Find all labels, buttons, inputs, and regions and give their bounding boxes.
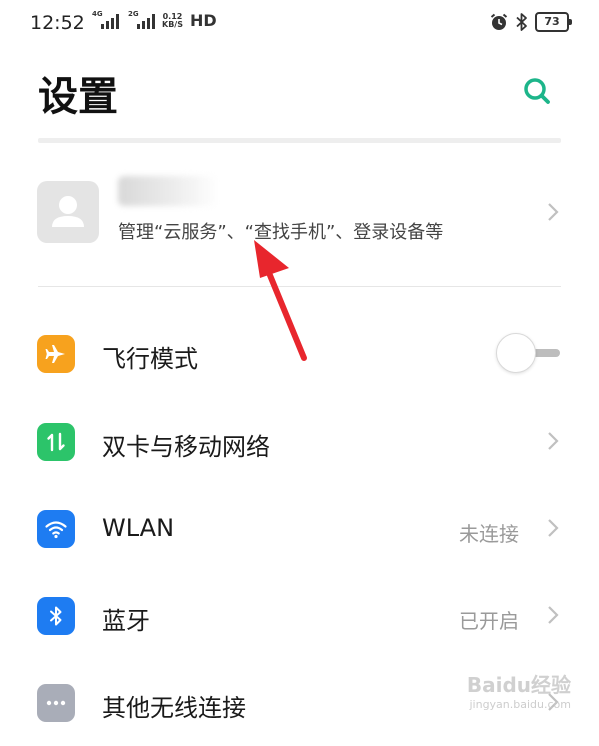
data-transfer-icon bbox=[37, 423, 75, 461]
status-right-icons: 73 bbox=[489, 12, 572, 32]
watermark: Baidu经验 jingyan.baidu.com bbox=[467, 669, 571, 711]
setting-status: 未连接 bbox=[459, 522, 519, 546]
search-icon[interactable] bbox=[522, 76, 552, 106]
person-icon bbox=[52, 196, 84, 227]
signal-sim1-icon: 4G bbox=[92, 10, 119, 29]
account-entry[interactable]: 管理“云服务”、“查找手机”、登录设备等 bbox=[0, 170, 599, 258]
setting-row-sim-network[interactable]: 双卡与移动网络 bbox=[0, 397, 599, 485]
network-speed: 0.12 KB/S bbox=[162, 13, 183, 29]
sim2-network-type: 2G bbox=[128, 10, 139, 18]
bluetooth-status-icon bbox=[516, 13, 527, 31]
section-divider bbox=[38, 286, 561, 287]
watermark-sub: jingyan.baidu.com bbox=[469, 698, 571, 711]
wifi-icon bbox=[37, 510, 75, 548]
network-speed-unit: KB/S bbox=[162, 20, 183, 29]
more-icon bbox=[37, 684, 75, 722]
airplane-mode-toggle[interactable] bbox=[496, 333, 562, 373]
signal-sim2-icon: 2G bbox=[128, 10, 155, 29]
status-bar: 12:52 4G 2G 0.12 KB/S HD 73 bbox=[0, 0, 599, 46]
account-name-blurred bbox=[118, 176, 218, 206]
hd-voice-indicator: HD bbox=[189, 11, 217, 30]
bluetooth-icon bbox=[37, 597, 75, 635]
watermark-main: Baidu经验 bbox=[466, 673, 571, 697]
network-indicators: 4G 2G 0.12 KB/S HD bbox=[92, 10, 217, 30]
account-subtitle: 管理“云服务”、“查找手机”、登录设备等 bbox=[118, 222, 444, 243]
setting-label: 双卡与移动网络 bbox=[102, 433, 270, 461]
chevron-right-icon bbox=[548, 519, 559, 537]
battery-icon: 73 bbox=[535, 12, 572, 32]
setting-label: 其他无线连接 bbox=[102, 694, 246, 722]
setting-label: WLAN bbox=[102, 514, 175, 542]
toggle-knob bbox=[496, 333, 536, 373]
setting-row-wlan[interactable]: WLAN 未连接 bbox=[0, 484, 599, 572]
airplane-icon bbox=[37, 335, 75, 373]
avatar bbox=[37, 181, 99, 243]
chevron-right-icon bbox=[548, 203, 559, 221]
status-time: 12:52 bbox=[30, 12, 85, 34]
page-title: 设置 bbox=[38, 74, 118, 120]
alarm-icon bbox=[490, 13, 508, 30]
chevron-right-icon bbox=[548, 606, 559, 624]
sim1-network-type: 4G bbox=[92, 10, 103, 18]
setting-label: 蓝牙 bbox=[102, 607, 150, 635]
chevron-right-icon bbox=[548, 432, 559, 450]
setting-row-airplane[interactable]: 飞行模式 bbox=[0, 309, 599, 397]
top-divider-bar bbox=[38, 138, 561, 143]
setting-label: 飞行模式 bbox=[102, 345, 198, 373]
setting-row-bluetooth[interactable]: 蓝牙 已开启 bbox=[0, 571, 599, 659]
setting-status: 已开启 bbox=[459, 609, 519, 633]
